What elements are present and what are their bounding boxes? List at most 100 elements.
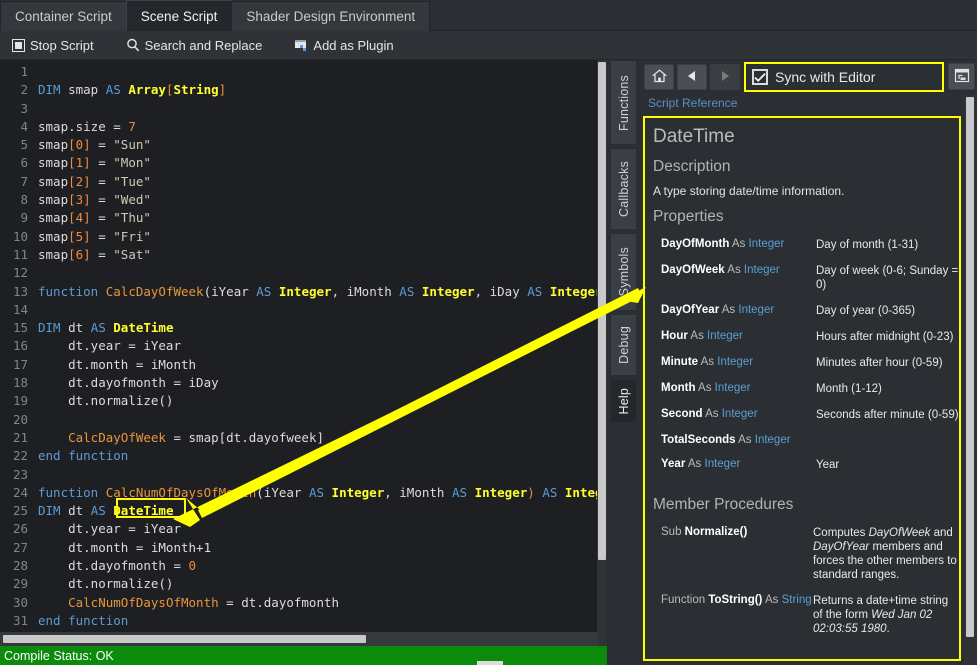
code-token: [	[68, 155, 76, 170]
code-line[interactable]: 13function CalcDayOfWeek(iYear AS Intege…	[0, 283, 607, 301]
editor-vertical-scroll-thumb[interactable]	[598, 62, 606, 560]
line-number: 24	[0, 484, 38, 502]
code-line[interactable]: 29 dt.normalize()	[0, 575, 607, 593]
help-back-button[interactable]	[677, 64, 707, 90]
code-token: AS	[91, 503, 106, 518]
line-number: 14	[0, 301, 38, 319]
property-type-link[interactable]: Integer	[738, 304, 774, 316]
member-procedures-heading: Member Procedures	[653, 496, 951, 514]
code-line[interactable]: 14	[0, 301, 607, 319]
code-line[interactable]: 18 dt.dayofmonth = iDay	[0, 374, 607, 392]
sync-with-editor-toggle[interactable]: Sync with Editor	[744, 62, 944, 92]
code-line[interactable]: 1	[0, 63, 607, 81]
code-line[interactable]: 2DIM smap AS Array[String]	[0, 81, 607, 99]
code-line[interactable]: 15DIM dt AS DateTime	[0, 319, 607, 337]
code-line[interactable]: 6smap[1] = "Mon"	[0, 154, 607, 172]
procedure-return-type-link[interactable]: String	[782, 594, 812, 606]
help-document-frame[interactable]: DateTime Description A type storing date…	[643, 116, 961, 661]
code-line[interactable]: 30 CalcNumOfDaysOfMonth = dt.dayofmonth	[0, 594, 607, 612]
code-token: AS	[452, 485, 467, 500]
property-type-link[interactable]: Integer	[715, 382, 751, 394]
search-and-replace-button[interactable]: Search and Replace	[117, 33, 272, 58]
as-keyword: As	[685, 458, 704, 470]
code-line[interactable]: 10smap[5] = "Fri"	[0, 228, 607, 246]
code-line[interactable]: 20	[0, 411, 607, 429]
property-name: Month	[661, 382, 695, 394]
code-line[interactable]: 7smap[2] = "Tue"	[0, 173, 607, 191]
breadcrumb[interactable]: Script Reference	[648, 96, 737, 110]
add-as-plugin-button[interactable]: Add as Plugin	[285, 33, 402, 58]
line-number: 7	[0, 173, 38, 191]
property-type-link[interactable]: Integer	[755, 434, 791, 446]
arrow-right-icon	[719, 70, 731, 85]
property-type-link[interactable]: Integer	[717, 356, 753, 368]
sync-with-editor-checkbox[interactable]	[752, 69, 768, 85]
code-line[interactable]: 12	[0, 264, 607, 282]
help-home-button[interactable]	[644, 64, 674, 90]
code-token	[414, 284, 422, 299]
code-line[interactable]: 19 dt.normalize()	[0, 392, 607, 410]
code-token: DIM	[38, 320, 61, 335]
editor-horizontal-scrollbar[interactable]	[0, 632, 598, 646]
as-keyword: As	[762, 594, 781, 606]
code-token: Integer	[332, 485, 385, 500]
dock-tab-debug[interactable]: Debug	[610, 314, 637, 376]
code-line[interactable]: 16 dt.year = iYear	[0, 337, 607, 355]
code-line[interactable]: 8smap[3] = "Wed"	[0, 191, 607, 209]
property-signature: Hour As Integer	[661, 326, 816, 352]
code-line[interactable]: 5smap[0] = "Sun"	[0, 136, 607, 154]
help-vertical-scrollbar[interactable]	[964, 94, 976, 665]
code-token: AS	[106, 82, 121, 97]
code-line[interactable]: 31end function	[0, 612, 607, 630]
tab-scene-script[interactable]: Scene Script	[126, 0, 233, 31]
code-line[interactable]: 11smap[6] = "Sat"	[0, 246, 607, 264]
editor-horizontal-scroll-thumb[interactable]	[3, 635, 366, 643]
tab-shader-design-environment[interactable]: Shader Design Environment	[231, 1, 430, 31]
property-type-link[interactable]: Integer	[744, 264, 780, 276]
dock-tab-callbacks[interactable]: Callbacks	[610, 148, 637, 230]
code-line[interactable]: 4smap.size = 7	[0, 118, 607, 136]
line-number: 27	[0, 539, 38, 557]
stop-script-button[interactable]: Stop Script	[3, 33, 103, 58]
code-line[interactable]: 28 dt.dayofmonth = 0	[0, 557, 607, 575]
code-line[interactable]: 26 dt.year = iYear	[0, 520, 607, 538]
property-row: DayOfMonth As IntegerDay of month (1-31)	[661, 234, 959, 260]
procedure-name: Normalize()	[685, 526, 748, 538]
help-vertical-scroll-thumb[interactable]	[966, 97, 974, 637]
line-number: 17	[0, 356, 38, 374]
member-procedure-description: Computes DayOfWeek and DayOfYear members…	[813, 522, 959, 590]
as-keyword: As	[719, 304, 738, 316]
undock-panel-button[interactable]	[948, 63, 975, 90]
dock-tab-help[interactable]: Help	[610, 379, 637, 423]
code-line[interactable]: 27 dt.month = iMonth+1	[0, 539, 607, 557]
dock-tab-functions[interactable]: Functions	[610, 60, 637, 145]
property-name: DayOfMonth	[661, 238, 729, 250]
code-line[interactable]: 24function CalcNumOfDaysOfMonth(iYear AS…	[0, 484, 607, 502]
code-line[interactable]: 22end function	[0, 447, 607, 465]
property-type-link[interactable]: Integer	[707, 330, 743, 342]
code-line[interactable]: 23	[0, 466, 607, 484]
property-description: Seconds after minute (0-59)	[816, 404, 959, 430]
dock-tab-label: Symbols	[617, 247, 631, 296]
code-text[interactable]: 12DIM smap AS Array[String]34smap.size =…	[0, 63, 607, 630]
code-token: Integer	[279, 284, 332, 299]
as-keyword: As	[736, 434, 755, 446]
code-line[interactable]: 21 CalcDayOfWeek = smap[dt.dayofweek]	[0, 429, 607, 447]
property-type-link[interactable]: Integer	[722, 408, 758, 420]
code-token: CalcNumOfDaysOfMonth	[106, 485, 257, 500]
line-number: 1	[0, 63, 38, 81]
code-editor[interactable]: 12DIM smap AS Array[String]34smap.size =…	[0, 60, 607, 632]
property-type-link[interactable]: Integer	[705, 458, 741, 470]
code-line[interactable]: 17 dt.month = iMonth	[0, 356, 607, 374]
code-line[interactable]: 9smap[4] = "Thu"	[0, 209, 607, 227]
line-number: 2	[0, 81, 38, 99]
dock-tab-symbols[interactable]: Symbols	[610, 233, 637, 311]
property-row: TotalSeconds As Integer	[661, 430, 959, 454]
tab-container-script[interactable]: Container Script	[0, 1, 127, 31]
property-type-link[interactable]: Integer	[749, 238, 785, 250]
property-row: Month As IntegerMonth (1-12)	[661, 378, 959, 404]
code-line[interactable]: 3	[0, 100, 607, 118]
editor-vertical-scrollbar[interactable]	[597, 60, 607, 632]
help-forward-button[interactable]	[710, 64, 740, 90]
code-line[interactable]: 25DIM dt AS DateTime	[0, 502, 607, 520]
